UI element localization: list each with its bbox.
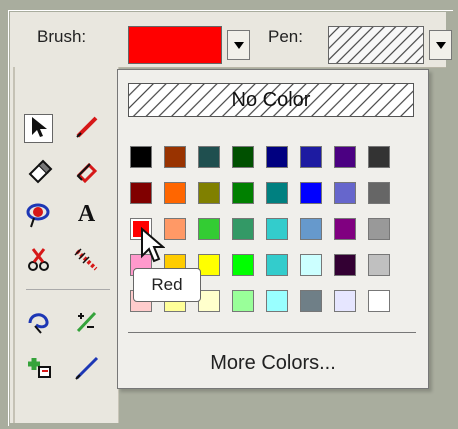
color-swatch[interactable] [266,254,288,276]
brush-label: Brush: [37,27,87,46]
color-swatch[interactable] [232,146,254,168]
color-swatch[interactable] [198,182,220,204]
color-swatch[interactable] [368,182,390,204]
color-swatch[interactable] [334,182,356,204]
diagonal-line-icon[interactable] [72,353,101,382]
color-swatch[interactable] [198,218,220,240]
color-swatch[interactable] [198,254,220,276]
no-color-option[interactable]: No Color [128,83,414,117]
color-swatch[interactable] [368,146,390,168]
color-swatch[interactable] [266,218,288,240]
color-swatch[interactable] [368,218,390,240]
color-swatch[interactable] [198,146,220,168]
popup-separator [128,332,416,333]
color-swatch[interactable] [164,182,186,204]
color-swatch[interactable] [300,182,322,204]
more-colors-button[interactable]: More Colors... [118,352,428,380]
tool-separator [26,289,110,290]
color-swatch[interactable] [300,146,322,168]
dashed-line-icon[interactable] [72,245,101,274]
scissors-icon[interactable] [24,245,53,274]
color-swatch[interactable] [232,254,254,276]
color-swatch[interactable] [334,254,356,276]
color-swatch[interactable] [334,146,356,168]
color-swatch[interactable] [164,146,186,168]
text-tool-icon[interactable]: A [72,200,101,229]
brush-dropdown-button[interactable] [227,30,250,60]
lasso-select-icon[interactable] [24,200,53,229]
pen-dropdown-button[interactable] [429,30,452,60]
color-swatch[interactable] [300,290,322,312]
eraser-icon[interactable] [24,157,53,186]
color-swatch[interactable] [300,218,322,240]
color-swatch[interactable] [334,290,356,312]
color-swatch[interactable] [266,290,288,312]
color-swatch[interactable] [266,182,288,204]
add-point-icon[interactable] [24,353,53,382]
color-swatch[interactable] [368,290,390,312]
mouse-pointer-icon [141,227,165,263]
color-swatch[interactable] [300,254,322,276]
color-swatch[interactable] [198,290,220,312]
color-swatch[interactable] [266,146,288,168]
color-swatch[interactable] [368,254,390,276]
select-arrow-icon[interactable] [24,114,53,143]
line-tool-icon[interactable] [72,114,101,143]
color-swatch[interactable] [130,146,152,168]
color-swatch[interactable] [232,218,254,240]
color-swatch[interactable] [232,290,254,312]
color-swatch[interactable] [232,182,254,204]
color-swatch[interactable] [164,218,186,240]
tool-palette: A [10,67,119,423]
brush-color-swatch[interactable] [128,26,222,64]
pen-label: Pen: [268,27,303,46]
pen-pattern-swatch[interactable] [328,26,424,64]
color-swatch[interactable] [334,218,356,240]
color-tooltip: Red [133,268,201,302]
connector-icon[interactable] [72,307,101,336]
format-toolbar: Brush: Pen: [10,12,452,68]
freeform-shape-icon[interactable] [24,307,53,336]
color-swatch[interactable] [130,182,152,204]
rectangle-outline-icon[interactable] [72,157,101,186]
